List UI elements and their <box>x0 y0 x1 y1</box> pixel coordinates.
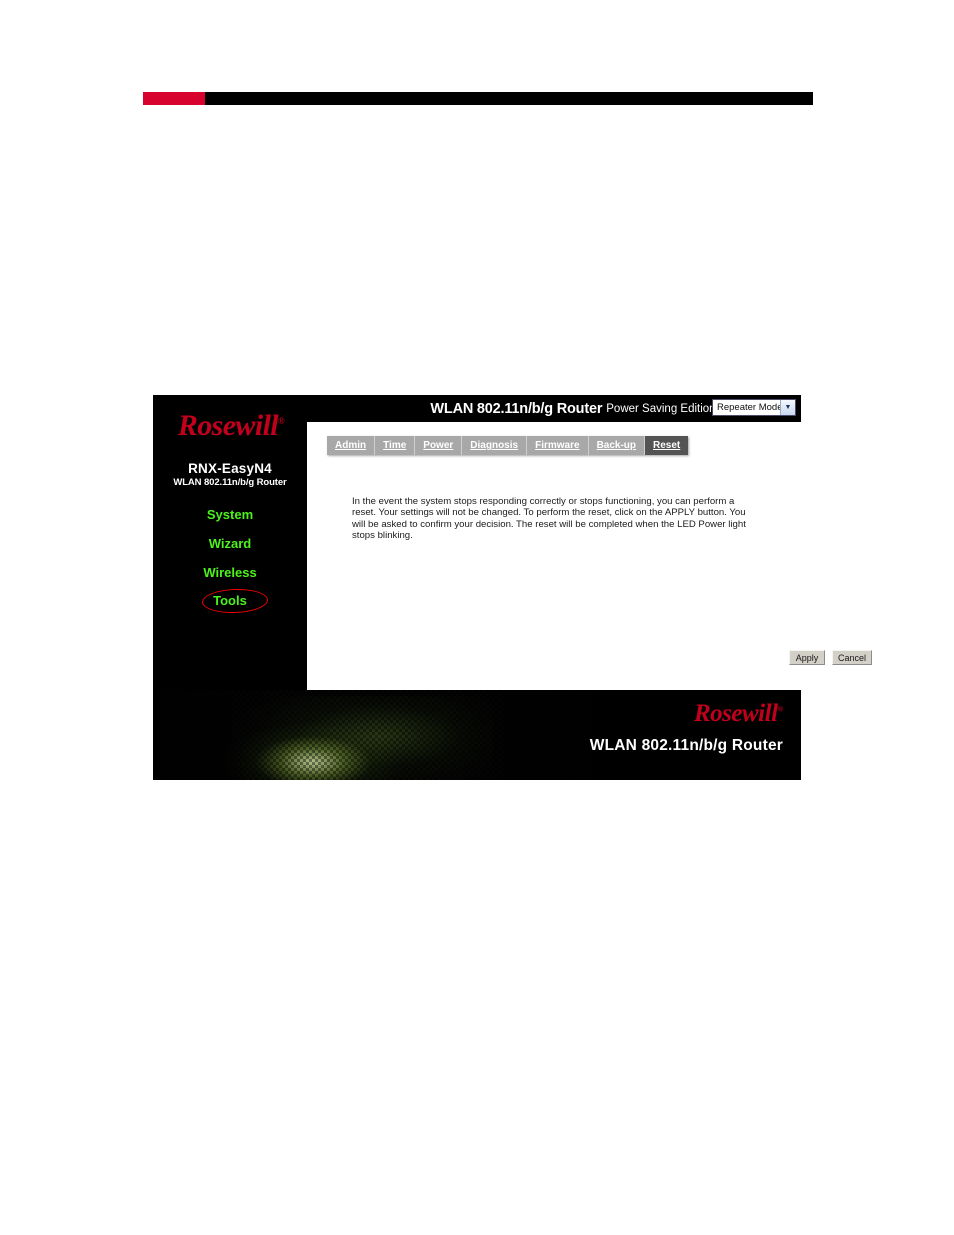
chevron-down-icon[interactable]: ▼ <box>780 400 795 415</box>
content-panel: Admin Time Power Diagnosis Firmware Back… <box>307 422 873 690</box>
document-header-rule <box>143 92 813 105</box>
operation-mode-select[interactable]: Repeater Mode ▼ <box>712 399 796 416</box>
reset-description-text: In the event the system stops responding… <box>352 496 746 542</box>
cancel-button[interactable]: Cancel <box>832 650 873 665</box>
page-title-sub: Power Saving Edition <box>606 402 716 415</box>
tab-admin[interactable]: Admin <box>327 436 376 455</box>
rosewill-logo: Rosewill® <box>167 401 295 442</box>
sidebar-item-wizard[interactable]: Wizard <box>153 536 307 551</box>
sidebar-item-wireless[interactable]: Wireless <box>153 565 307 580</box>
operation-mode-value: Repeater Mode <box>717 402 780 413</box>
apply-button[interactable]: Apply <box>789 650 825 665</box>
form-button-row: Apply Cancel <box>789 650 873 665</box>
trademark-icon: ® <box>278 416 285 426</box>
rosewill-logo-text: Rosewill <box>177 409 279 442</box>
router-admin-ui: WLAN 802.11n/b/g Router Power Saving Edi… <box>153 395 873 780</box>
sidebar-item-system[interactable]: System <box>153 507 307 522</box>
footer-tagline: WLAN 802.11n/b/g Router <box>589 737 783 754</box>
footer-rosewill-logo-text: Rosewill <box>694 700 778 727</box>
sidebar-item-tools[interactable]: Tools <box>153 593 307 608</box>
document-header-accent <box>143 92 205 105</box>
tab-backup[interactable]: Back-up <box>589 436 646 455</box>
footer-trademark-icon: ® <box>777 704 784 714</box>
page-title-main: WLAN 802.11n/b/g Router <box>430 400 603 417</box>
footer-banner: Rosewill® WLAN 802.11n/b/g Router <box>153 690 801 780</box>
device-model-name: RNX-EasyN4 <box>188 461 272 476</box>
tab-bar: Admin Time Power Diagnosis Firmware Back… <box>327 436 689 455</box>
device-model-subtitle: WLAN 802.11n/b/g Router <box>173 477 287 488</box>
tab-firmware[interactable]: Firmware <box>527 436 589 455</box>
tab-power[interactable]: Power <box>415 436 463 455</box>
tab-time[interactable]: Time <box>375 436 416 455</box>
tab-diagnosis[interactable]: Diagnosis <box>462 436 528 455</box>
tab-reset[interactable]: Reset <box>645 436 689 455</box>
footer-rosewill-logo: Rosewill® <box>593 700 784 728</box>
sidebar: Rosewill® RNX-EasyN4 WLAN 802.11n/b/g Ro… <box>153 395 307 695</box>
